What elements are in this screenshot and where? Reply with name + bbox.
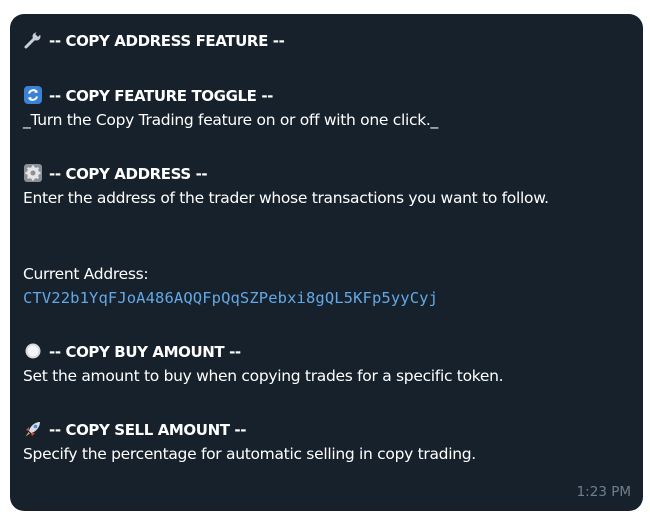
buy-title: -- COPY BUY AMOUNT -- bbox=[49, 343, 241, 361]
message-header: -- COPY ADDRESS FEATURE -- bbox=[23, 30, 285, 52]
buy-description: Set the amount to buy when copying trade… bbox=[23, 367, 504, 385]
buy-section-title: -- COPY BUY AMOUNT -- bbox=[23, 341, 241, 363]
toggle-section-title: -- COPY FEATURE TOGGLE -- bbox=[23, 85, 273, 107]
current-address-value[interactable]: CTV22b1YqFJoA486AQQFpQqSZPebxi8gQL5KFp5y… bbox=[23, 287, 438, 309]
sell-title: -- COPY SELL AMOUNT -- bbox=[49, 421, 247, 439]
gear-icon bbox=[23, 163, 43, 183]
white-circle-icon bbox=[23, 341, 43, 361]
toggle-description: _Turn the Copy Trading feature on or off… bbox=[23, 111, 438, 129]
address-title: -- COPY ADDRESS -- bbox=[49, 165, 208, 183]
message-timestamp: 1:23 PM bbox=[576, 484, 631, 500]
wrench-icon bbox=[23, 30, 43, 50]
toggle-title: -- COPY FEATURE TOGGLE -- bbox=[49, 87, 273, 105]
refresh-icon bbox=[23, 85, 43, 105]
header-title: -- COPY ADDRESS FEATURE -- bbox=[49, 32, 285, 50]
rocket-icon bbox=[23, 419, 43, 439]
sell-section-title: -- COPY SELL AMOUNT -- bbox=[23, 419, 246, 441]
address-description: Enter the address of the trader whose tr… bbox=[23, 189, 549, 207]
address-section-title: -- COPY ADDRESS -- bbox=[23, 163, 208, 185]
sell-description: Specify the percentage for automatic sel… bbox=[23, 445, 476, 463]
message-bubble: -- COPY ADDRESS FEATURE -- -- COPY FEATU… bbox=[10, 14, 643, 511]
current-address-label: Current Address: bbox=[23, 265, 149, 283]
chat-area: -- COPY ADDRESS FEATURE -- -- COPY FEATU… bbox=[0, 0, 650, 515]
